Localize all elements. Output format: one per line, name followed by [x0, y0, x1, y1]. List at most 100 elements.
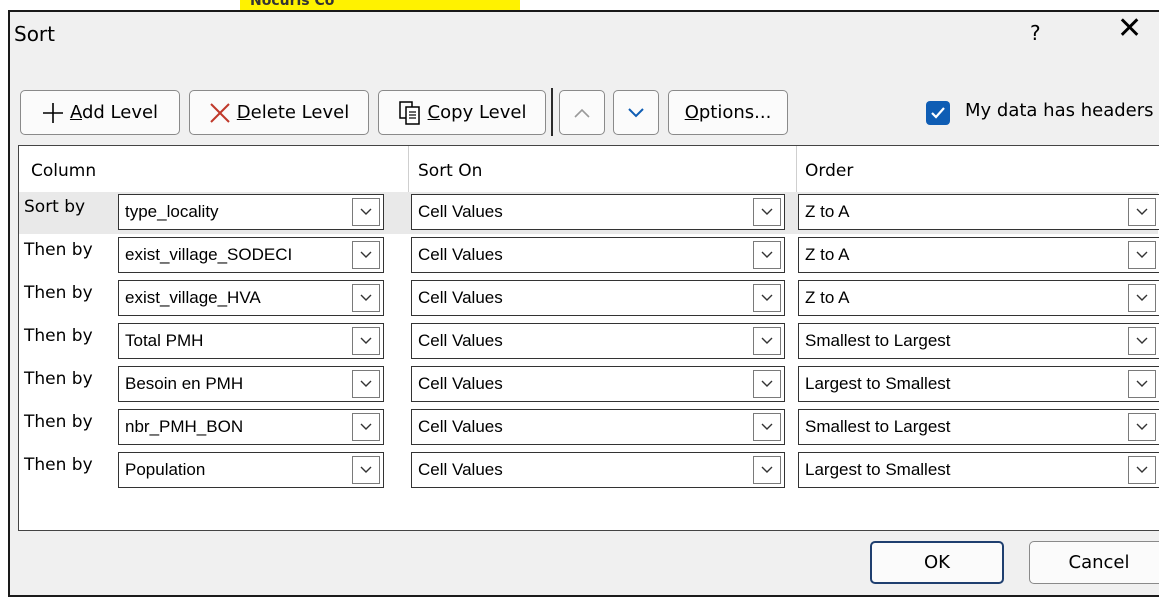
column-select-value: type_locality	[125, 202, 219, 221]
chevron-down-icon	[352, 370, 380, 398]
column-select[interactable]: type_locality	[118, 194, 384, 230]
headers-checkbox-label[interactable]: My data has headers	[965, 100, 1154, 121]
chevron-down-icon	[1128, 198, 1156, 226]
headers-checkbox[interactable]	[926, 101, 950, 125]
toolbar-separator	[551, 88, 553, 136]
copy-level-button[interactable]: Copy Level	[378, 90, 546, 135]
ok-button[interactable]: OK	[870, 541, 1004, 584]
help-button[interactable]: ?	[1030, 21, 1041, 45]
sort-on-select-value: Cell Values	[418, 417, 503, 436]
sort-levels-grid: Column Sort On Order Sort by type_locali…	[18, 145, 1159, 531]
order-select-value: Z to A	[805, 288, 850, 307]
order-select[interactable]: Z to A	[798, 280, 1159, 316]
order-select-value: Smallest to Largest	[805, 417, 951, 436]
chevron-down-icon	[753, 241, 781, 269]
order-select[interactable]: Smallest to Largest	[798, 323, 1159, 359]
chevron-down-icon	[352, 241, 380, 269]
delete-x-icon	[210, 102, 230, 123]
chevron-down-icon	[1128, 413, 1156, 441]
column-select[interactable]: exist_village_HVA	[118, 280, 384, 316]
column-select-value: exist_village_HVA	[125, 288, 261, 307]
copy-icon	[398, 100, 420, 125]
plus-icon	[42, 102, 63, 123]
sort-on-select[interactable]: Cell Values	[411, 366, 785, 402]
column-header: Column	[31, 161, 97, 181]
cancel-button[interactable]: Cancel	[1029, 541, 1159, 584]
chevron-down-icon	[753, 327, 781, 355]
chevron-down-icon	[1128, 241, 1156, 269]
column-select[interactable]: exist_village_SODECI	[118, 237, 384, 273]
sort-on-select-value: Cell Values	[418, 374, 503, 393]
column-select[interactable]: nbr_PMH_BON	[118, 409, 384, 445]
sort-on-select[interactable]: Cell Values	[411, 280, 785, 316]
row-label: Then by	[24, 369, 93, 389]
dialog-title: Sort	[14, 22, 55, 46]
chevron-down-icon	[352, 413, 380, 441]
chevron-down-icon	[753, 456, 781, 484]
chevron-down-icon	[352, 456, 380, 484]
column-select-value: exist_village_SODECI	[125, 245, 293, 264]
add-level-button[interactable]: Add Level	[20, 90, 180, 135]
sort-on-select[interactable]: Cell Values	[411, 323, 785, 359]
sort-on-select[interactable]: Cell Values	[411, 409, 785, 445]
sort-on-select-value: Cell Values	[418, 245, 503, 264]
chevron-down-icon	[753, 413, 781, 441]
chevron-down-icon	[1128, 456, 1156, 484]
header-divider	[408, 146, 409, 192]
chevron-down-icon	[352, 327, 380, 355]
sort-on-select[interactable]: Cell Values	[411, 194, 785, 230]
background-text: Nocuris Co	[250, 0, 335, 9]
order-select[interactable]: Z to A	[798, 194, 1159, 230]
column-select[interactable]: Total PMH	[118, 323, 384, 359]
move-up-button[interactable]	[559, 90, 605, 135]
order-select-value: Z to A	[805, 202, 850, 221]
column-select[interactable]: Population	[118, 452, 384, 488]
chevron-down-icon	[753, 284, 781, 312]
chevron-down-icon	[628, 107, 644, 117]
order-select-value: Largest to Smallest	[805, 374, 951, 393]
column-select[interactable]: Besoin en PMH	[118, 366, 384, 402]
chevron-down-icon	[753, 370, 781, 398]
row-label: Then by	[24, 283, 93, 303]
chevron-down-icon	[753, 198, 781, 226]
column-select-value: Besoin en PMH	[125, 374, 244, 393]
options-button[interactable]: Options...	[668, 90, 788, 135]
row-label: Then by	[24, 326, 93, 346]
order-select[interactable]: Largest to Smallest	[798, 366, 1159, 402]
chevron-down-icon	[352, 284, 380, 312]
order-header: Order	[805, 161, 854, 181]
sort-on-select-value: Cell Values	[418, 288, 503, 307]
column-select-value: Total PMH	[125, 331, 204, 350]
delete-level-button[interactable]: Delete Level	[189, 90, 369, 135]
order-select-value: Largest to Smallest	[805, 460, 951, 479]
order-select-value: Z to A	[805, 245, 850, 264]
sort-on-header: Sort On	[418, 161, 483, 181]
order-select[interactable]: Largest to Smallest	[798, 452, 1159, 488]
row-label: Then by	[24, 412, 93, 432]
copy-level-label: Copy Level	[427, 102, 527, 123]
header-divider	[796, 146, 797, 192]
order-select-value: Smallest to Largest	[805, 331, 951, 350]
chevron-down-icon	[352, 198, 380, 226]
sort-on-select-value: Cell Values	[418, 460, 503, 479]
order-select[interactable]: Z to A	[798, 237, 1159, 273]
add-level-label: Add Level	[69, 102, 159, 123]
sort-on-select-value: Cell Values	[418, 331, 503, 350]
column-select-value: Population	[125, 460, 206, 479]
sort-on-select[interactable]: Cell Values	[411, 452, 785, 488]
chevron-up-icon	[574, 108, 590, 118]
sort-on-select[interactable]: Cell Values	[411, 237, 785, 273]
close-button[interactable]: ✕	[1117, 14, 1142, 44]
order-select[interactable]: Smallest to Largest	[798, 409, 1159, 445]
chevron-down-icon	[1128, 284, 1156, 312]
move-down-button[interactable]	[613, 90, 659, 135]
row-label: Then by	[24, 240, 93, 260]
row-label: Then by	[24, 455, 93, 475]
checkmark-icon	[931, 107, 945, 119]
row-label: Sort by	[24, 197, 86, 217]
chevron-down-icon	[1128, 370, 1156, 398]
column-select-value: nbr_PMH_BON	[125, 417, 244, 436]
chevron-down-icon	[1128, 327, 1156, 355]
options-label: Options...	[684, 102, 772, 123]
sort-on-select-value: Cell Values	[418, 202, 503, 221]
